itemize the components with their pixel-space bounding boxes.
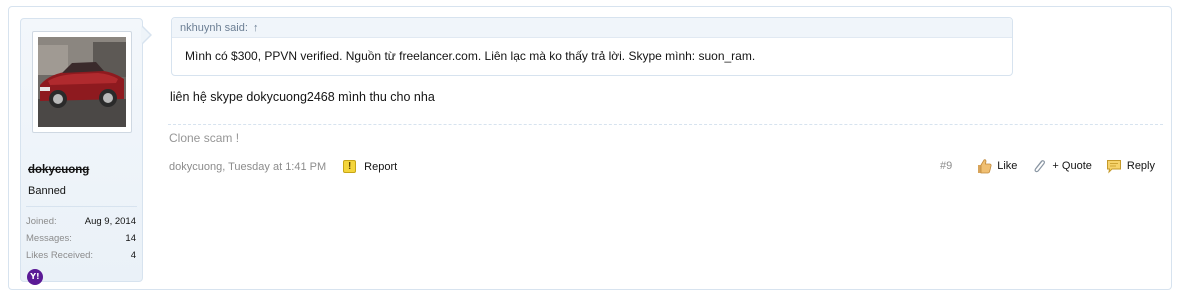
quote-author[interactable]: nkhuynh said: bbox=[180, 22, 248, 34]
like-button[interactable]: Like bbox=[976, 158, 1017, 174]
divider bbox=[26, 206, 137, 207]
stat-value: 4 bbox=[130, 250, 136, 261]
user-info-panel: dokycuong Banned Joined: Aug 9, 2014 Mes… bbox=[20, 18, 143, 285]
signature-divider bbox=[168, 124, 1163, 125]
quote-label: + Quote bbox=[1052, 160, 1092, 172]
like-label: Like bbox=[997, 160, 1018, 172]
stat-label: Joined: bbox=[26, 216, 57, 227]
avatar-frame[interactable] bbox=[32, 31, 132, 133]
stat-row-likes: Likes Received: 4 bbox=[26, 247, 136, 264]
stat-label: Messages: bbox=[26, 233, 72, 244]
signature: Clone scam ! bbox=[169, 131, 240, 145]
user-stats: Joined: Aug 9, 2014 Messages: 14 Likes R… bbox=[26, 213, 136, 264]
report-label: Report bbox=[364, 160, 398, 173]
username[interactable]: dokycuong bbox=[28, 164, 89, 176]
post-number[interactable]: #9 bbox=[940, 160, 952, 172]
panel-arrow-inner bbox=[141, 26, 150, 44]
stat-row-joined: Joined: Aug 9, 2014 bbox=[26, 213, 136, 230]
speech-bubble-icon bbox=[1106, 160, 1121, 174]
quote-button[interactable]: + Quote bbox=[1031, 158, 1092, 174]
post-meta: dokycuong, Tuesday at 1:41 PM ! Report bbox=[169, 160, 397, 173]
yahoo-messenger-icon[interactable]: Y! bbox=[27, 269, 43, 285]
avatar[interactable] bbox=[38, 37, 126, 127]
jump-to-quote-arrow-icon[interactable]: ↑ bbox=[253, 22, 259, 34]
reply-label: Reply bbox=[1126, 160, 1155, 172]
stat-row-messages: Messages: 14 bbox=[26, 230, 136, 247]
stat-label: Likes Received: bbox=[26, 250, 94, 261]
quote-block: nkhuynh said: ↑ Mình có $300, PPVN verif… bbox=[171, 17, 1013, 76]
stat-value: Aug 9, 2014 bbox=[84, 216, 136, 227]
paperclip-icon bbox=[1034, 160, 1046, 173]
thumbs-up-icon bbox=[978, 159, 992, 174]
quote-attribution: nkhuynh said: ↑ bbox=[172, 18, 1012, 38]
user-title: Banned bbox=[28, 185, 66, 197]
warning-icon: ! bbox=[343, 160, 357, 173]
reply-button[interactable]: Reply bbox=[1106, 158, 1155, 174]
stat-value[interactable]: 14 bbox=[125, 233, 136, 244]
post-actions: #9 Like + Quote Reply bbox=[940, 158, 1155, 174]
report-button[interactable]: ! Report bbox=[343, 160, 397, 173]
post-author-date[interactable]: dokycuong, Tuesday at 1:41 PM bbox=[169, 161, 326, 173]
message-text: liên hệ skype dokycuong2468 mình thu cho… bbox=[170, 90, 435, 104]
quote-text: Mình có $300, PPVN verified. Nguồn từ fr… bbox=[185, 49, 756, 63]
